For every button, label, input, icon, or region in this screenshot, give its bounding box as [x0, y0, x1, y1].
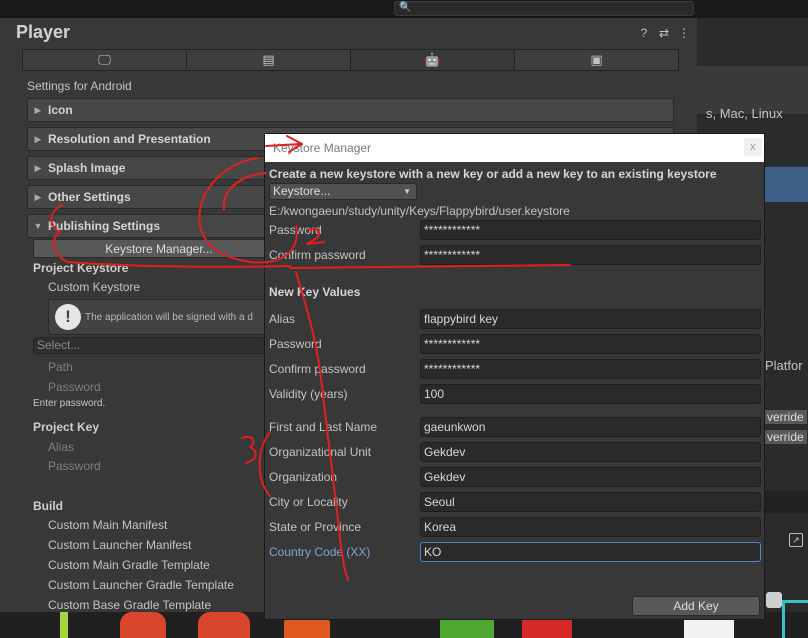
close-icon[interactable]: x — [744, 138, 762, 156]
country-code-field[interactable]: KO — [420, 542, 761, 562]
build-heading: Build — [33, 499, 63, 513]
more-menu-icon[interactable]: ⋮ — [677, 26, 691, 40]
android-icon: 🤖 — [424, 52, 441, 67]
presets-icon[interactable]: ⇄ — [657, 26, 671, 40]
html5-icon: ▣ — [590, 52, 603, 67]
section-icon[interactable]: ▶ Icon — [27, 98, 674, 122]
key-password-label: Password — [269, 337, 322, 351]
project-key-heading: Project Key — [33, 420, 100, 434]
selected-row — [764, 167, 808, 202]
key-confirm-label: Confirm password — [269, 362, 366, 376]
section-label: Other Settings — [48, 190, 131, 204]
org-unit-field[interactable]: Gekdev — [420, 442, 761, 462]
org-unit-label: Organizational Unit — [269, 445, 372, 459]
build-item-main-gradle[interactable]: Custom Main Gradle Template — [48, 558, 210, 572]
build-item-main-manifest[interactable]: Custom Main Manifest — [48, 518, 167, 532]
monitor-icon: 🖵 — [98, 52, 111, 67]
info-icon: ! — [55, 304, 81, 330]
bird-sprite — [120, 612, 166, 638]
search-field[interactable]: 🔍 — [394, 1, 694, 16]
confirm-password-label: Confirm password — [269, 248, 366, 262]
country-code-label: Country Code (XX) — [269, 545, 371, 559]
dialog-titlebar: Keystore Manager x — [265, 134, 764, 162]
dialog-title: Keystore Manager — [273, 141, 372, 155]
tab-standalone[interactable]: 🖵 — [23, 50, 187, 70]
node-link — [782, 600, 808, 638]
platform-text: Platfor — [765, 358, 803, 373]
override-button[interactable]: verride — [764, 429, 808, 445]
add-key-button[interactable]: Add Key — [632, 596, 760, 616]
project-keystore-heading: Project Keystore — [33, 261, 129, 275]
city-label: City or Locality — [269, 495, 348, 509]
state-label: State or Province — [269, 520, 362, 534]
organization-label: Organization — [269, 470, 338, 484]
enter-password-hint: Enter password. — [33, 398, 106, 409]
custom-keystore-toggle[interactable]: Custom Keystore — [48, 280, 140, 294]
bird-sprite — [198, 612, 250, 638]
tab-android[interactable]: 🤖 — [351, 50, 515, 70]
foldout-arrow-icon: ▶ — [34, 162, 42, 173]
keystore-manager-button[interactable]: Keystore Manager... — [33, 239, 285, 258]
foldout-arrow-icon: ▶ — [34, 133, 42, 144]
foldout-arrow-icon: ▶ — [34, 104, 42, 115]
section-label: Resolution and Presentation — [48, 132, 211, 146]
top-toolbar: 🔍 — [0, 0, 808, 18]
foldout-open-arrow-icon: ▼ — [33, 221, 43, 231]
keystore-path: E:/kwongaeun/study/unity/Keys/Flappybird… — [269, 204, 570, 218]
keystore-password-field[interactable]: ************ — [420, 220, 761, 240]
keystore-select[interactable]: Select... — [33, 337, 265, 354]
key-password-label: Password — [48, 459, 101, 473]
organization-field[interactable]: Gekdev — [420, 467, 761, 487]
help-text: The application will be signed with a d — [85, 312, 253, 323]
new-key-heading: New Key Values — [269, 285, 361, 299]
alias-label: Alias — [269, 312, 296, 326]
key-confirm-field[interactable]: ************ — [420, 359, 761, 379]
search-icon: 🔍 — [399, 2, 412, 13]
help-box: ! The application will be signed with a … — [48, 299, 268, 335]
help-icon[interactable]: ? — [637, 26, 651, 40]
override-button[interactable]: verride — [764, 409, 808, 425]
build-item-launcher-gradle[interactable]: Custom Launcher Gradle Template — [48, 578, 234, 592]
keystore-manager-dialog: Keystore Manager x Create a new keystore… — [264, 133, 765, 620]
chevron-down-icon: ▼ — [403, 187, 411, 196]
platform-tabs: 🖵 ▤ 🤖 ▣ — [22, 49, 679, 71]
keystore-dropdown[interactable]: Keystore... ▼ — [269, 183, 417, 200]
platform-list-text: s, Mac, Linux — [706, 106, 783, 121]
tab-server[interactable]: ▤ — [187, 50, 351, 70]
keystore-password-label: Password — [48, 380, 101, 394]
name-field[interactable]: gaeunkwon — [420, 417, 761, 437]
validity-field[interactable]: 100 — [420, 384, 761, 404]
dropdown-value: Keystore... — [273, 184, 331, 198]
external-link-icon[interactable]: ↗ — [789, 533, 803, 547]
dark-region — [764, 491, 808, 513]
city-field[interactable]: Seoul — [420, 492, 761, 512]
tab-webgl[interactable]: ▣ — [515, 50, 678, 70]
alias-field[interactable]: flappybird key — [420, 309, 761, 329]
node-handle-icon — [766, 592, 782, 608]
state-field[interactable]: Korea — [420, 517, 761, 537]
pipe-sprite — [60, 612, 68, 638]
server-icon: ▤ — [262, 52, 275, 67]
settings-for-label: Settings for Android — [27, 79, 132, 93]
build-item-launcher-manifest[interactable]: Custom Launcher Manifest — [48, 538, 191, 552]
panel-tools: ? ⇄ ⋮ — [637, 26, 691, 40]
validity-label: Validity (years) — [269, 387, 348, 401]
alias-label: Alias — [48, 440, 75, 454]
dialog-heading: Create a new keystore with a new key or … — [269, 167, 717, 181]
name-label: First and Last Name — [269, 420, 378, 434]
keystore-password-label: Password — [269, 223, 322, 237]
foldout-arrow-icon: ▶ — [34, 191, 42, 202]
panel-title: Player — [16, 22, 71, 42]
section-label: Splash Image — [48, 161, 126, 175]
build-item-base-gradle[interactable]: Custom Base Gradle Template — [48, 598, 211, 612]
path-label: Path — [48, 360, 73, 374]
section-label: Publishing Settings — [48, 219, 161, 233]
key-password-field[interactable]: ************ — [420, 334, 761, 354]
confirm-password-field[interactable]: ************ — [420, 245, 761, 265]
section-label: Icon — [48, 103, 73, 117]
